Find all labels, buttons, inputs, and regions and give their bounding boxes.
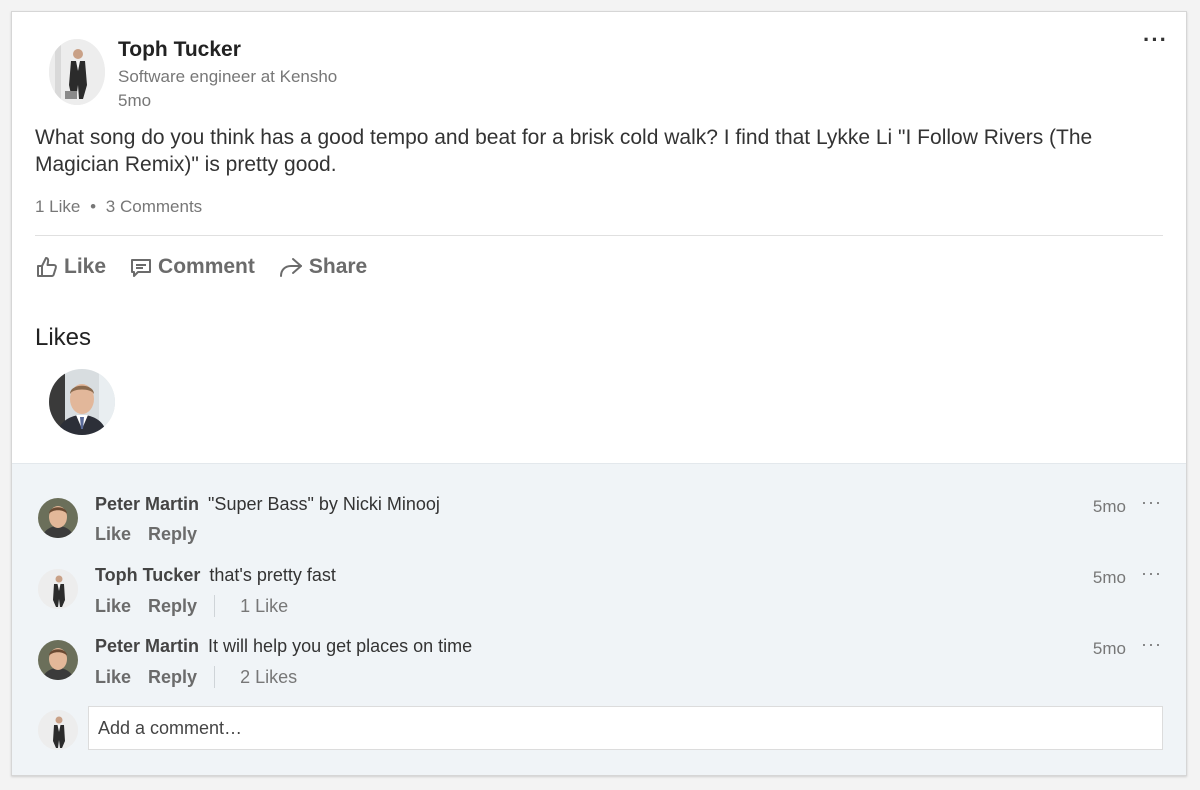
comment-text: "Super Bass" by Nicki Minooj xyxy=(208,494,440,514)
comment-actions-divider xyxy=(214,666,216,688)
current-user-avatar xyxy=(38,710,78,750)
comment-item: Peter Martin It will help you get places… xyxy=(12,634,1186,696)
comment-item: Peter Martin "Super Bass" by Nicki Minoo… xyxy=(12,492,1186,554)
comment-timestamp: 5mo xyxy=(1092,497,1126,516)
comments-count-link[interactable]: 3 Comments xyxy=(106,197,202,216)
comment-author[interactable]: Peter Martin xyxy=(95,494,199,514)
post-card: Toph Tucker Software engineer at Kensho … xyxy=(11,11,1187,776)
comment-text: that's pretty fast xyxy=(209,565,336,585)
comments-section: Peter Martin "Super Bass" by Nicki Minoo… xyxy=(12,463,1186,775)
social-counts: 1 Like • 3 Comments xyxy=(35,197,202,217)
author-headline: Software engineer at Kensho xyxy=(118,67,338,86)
comment-line: Toph Tucker that's pretty fast xyxy=(95,565,336,586)
share-arrow-icon xyxy=(279,258,302,277)
comment-actions: Like Reply xyxy=(95,524,214,545)
actions-divider xyxy=(35,235,1163,236)
comment-author-avatar[interactable] xyxy=(38,569,78,609)
post-timestamp: 5mo xyxy=(118,91,152,110)
add-comment-row xyxy=(12,706,1186,752)
comment-button-label: Comment xyxy=(158,255,255,278)
post-actions-bar: Like Comment Share xyxy=(35,252,390,282)
comment-like-button[interactable]: Like xyxy=(95,524,131,545)
liker-avatar[interactable] xyxy=(49,369,115,435)
comment-actions: Like Reply 1 Like xyxy=(95,595,288,617)
add-comment-input[interactable] xyxy=(88,706,1163,750)
comment-reply-button[interactable]: Reply xyxy=(148,596,197,617)
post-header: Toph Tucker Software engineer at Kensho … xyxy=(12,12,1186,122)
comment-likes-count[interactable]: 2 Likes xyxy=(240,667,297,688)
comment-more-options-button[interactable]: ··· xyxy=(1141,492,1162,513)
like-button[interactable]: Like xyxy=(35,255,106,279)
comment-like-button[interactable]: Like xyxy=(95,667,131,688)
comment-item: Toph Tucker that's pretty fast Like Repl… xyxy=(12,563,1186,625)
comment-reply-button[interactable]: Reply xyxy=(148,667,197,688)
comment-like-button[interactable]: Like xyxy=(95,596,131,617)
comment-actions-divider xyxy=(214,595,216,617)
share-button-label: Share xyxy=(308,255,368,278)
likes-count-link[interactable]: 1 Like xyxy=(35,197,80,216)
comment-author-avatar[interactable] xyxy=(38,498,78,538)
author-name[interactable]: Toph Tucker xyxy=(118,38,241,62)
comment-likes-count[interactable]: 1 Like xyxy=(240,596,288,617)
comment-author-avatar[interactable] xyxy=(38,640,78,680)
comment-author[interactable]: Toph Tucker xyxy=(95,565,200,585)
comment-author[interactable]: Peter Martin xyxy=(95,636,199,656)
comment-reply-button[interactable]: Reply xyxy=(148,524,197,545)
comment-timestamp: 5mo xyxy=(1092,568,1126,587)
post-more-options-button[interactable]: ··· xyxy=(1143,27,1168,53)
thumbs-up-icon xyxy=(37,257,57,277)
likes-section-title: Likes xyxy=(35,324,92,351)
post-text: What song do you think has a good tempo … xyxy=(35,126,1093,176)
comment-actions: Like Reply 2 Likes xyxy=(95,666,297,688)
comment-more-options-button[interactable]: ··· xyxy=(1141,563,1162,584)
like-button-label: Like xyxy=(64,255,107,278)
comment-timestamp: 5mo xyxy=(1092,639,1126,658)
comment-text: It will help you get places on time xyxy=(208,636,473,656)
author-avatar[interactable] xyxy=(49,39,105,105)
comment-button[interactable]: Comment xyxy=(129,255,255,279)
count-separator: • xyxy=(90,197,97,216)
comment-bubble-icon xyxy=(131,259,152,277)
comment-line: Peter Martin "Super Bass" by Nicki Minoo… xyxy=(95,494,440,515)
share-button[interactable]: Share xyxy=(278,255,367,279)
comment-more-options-button[interactable]: ··· xyxy=(1141,634,1162,655)
comment-line: Peter Martin It will help you get places… xyxy=(95,636,472,657)
